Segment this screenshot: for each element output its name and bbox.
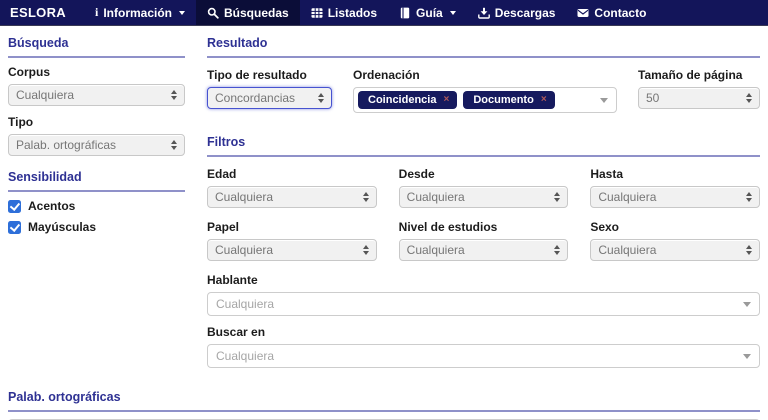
buscar-en-placeholder: Cualquiera (216, 349, 275, 363)
chevron-down-icon (179, 10, 185, 15)
hablante-label: Hablante (207, 273, 258, 287)
chevron-down-icon (449, 10, 456, 15)
tipo-resultado-select[interactable]: Concordancias (207, 87, 332, 109)
select-stepper-icon (318, 93, 324, 103)
nav-item-label: Información (103, 5, 172, 20)
nav-item-label: Contacto (594, 5, 647, 20)
ordenacion-pills: Coincidencia × Documento × (358, 91, 594, 109)
checkbox-row-mayusculas: Mayúsculas (8, 220, 185, 234)
tipo-label: Tipo (8, 115, 34, 129)
edad-select[interactable]: Cualquiera (207, 186, 377, 208)
checkbox-row-acentos: Acentos (8, 199, 185, 213)
mayusculas-checkbox[interactable] (8, 220, 21, 234)
select-stepper-icon (171, 90, 177, 100)
hasta-value: Cualquiera (598, 190, 657, 204)
hablante-select[interactable]: Cualquiera (207, 292, 760, 316)
section-title-palabras: Palab. ortográficas (8, 390, 760, 412)
nav-item-label: Búsquedas (224, 5, 289, 20)
tamano-pagina-value: 50 (646, 91, 660, 105)
brand-logo[interactable]: ESLORA (10, 0, 66, 25)
right-column: Resultado Tipo de resultado Concordancia… (207, 36, 760, 377)
nav-item-listados[interactable]: Listados (300, 0, 388, 25)
select-stepper-icon (554, 245, 561, 255)
nivel-estudios-select[interactable]: Cualquiera (398, 239, 569, 261)
tipo-resultado-value: Concordancias (215, 91, 296, 105)
sexo-select[interactable]: Cualquiera (590, 239, 760, 261)
edad-label: Edad (207, 167, 237, 181)
section-title-busqueda: Búsqueda (8, 36, 185, 58)
select-stepper-icon (746, 93, 752, 103)
nav-item-descargas[interactable]: Descargas (467, 0, 567, 25)
desde-value: Cualquiera (406, 190, 465, 204)
nivel-estudios-value: Cualquiera (406, 243, 465, 257)
buscar-en-label: Buscar en (207, 325, 266, 339)
section-title-sensibilidad: Sensibilidad (8, 170, 185, 192)
acentos-checkbox[interactable] (8, 199, 21, 213)
top-navbar: ESLORA i Información Búsquedas Listados … (0, 0, 768, 26)
corpus-select-value: Cualquiera (16, 88, 75, 102)
section-filtros: Filtros Edad Cualquiera Desde Cualquiera (207, 135, 760, 368)
nivel-estudios-label: Nivel de estudios (398, 220, 498, 234)
section-sensibilidad: Sensibilidad Acentos Mayúsculas (8, 170, 185, 234)
select-stepper-icon (554, 192, 561, 202)
select-stepper-icon (362, 245, 369, 255)
ordenacion-tag-coincidencia[interactable]: Coincidencia × (358, 91, 458, 109)
select-stepper-icon (171, 140, 177, 150)
hablante-placeholder: Cualquiera (216, 297, 275, 311)
corpus-label: Corpus (8, 65, 50, 79)
search-icon (207, 7, 219, 19)
select-stepper-icon (362, 192, 369, 202)
ordenacion-multiselect[interactable]: Coincidencia × Documento × (353, 87, 617, 113)
info-icon: i (94, 5, 99, 19)
nav-item-label: Guía (416, 5, 443, 20)
nav-item-label: Listados (327, 5, 378, 20)
buscar-en-select[interactable]: Cualquiera (207, 344, 760, 368)
section-busqueda: Búsqueda Corpus Cualquiera Tipo Palab. o… (8, 36, 185, 156)
tamano-pagina-label: Tamaño de página (638, 68, 743, 82)
envelope-icon (577, 8, 589, 17)
hasta-select[interactable]: Cualquiera (590, 186, 760, 208)
tipo-select-value: Palab. ortográficas (16, 138, 117, 152)
left-column: Búsqueda Corpus Cualquiera Tipo Palab. o… (8, 36, 185, 377)
search-form: Búsqueda Corpus Cualquiera Tipo Palab. o… (0, 26, 768, 420)
desde-label: Desde (398, 167, 435, 181)
sexo-label: Sexo (590, 220, 620, 234)
corpus-select[interactable]: Cualquiera (8, 84, 185, 106)
ordenacion-label: Ordenación (353, 68, 420, 82)
desde-select[interactable]: Cualquiera (398, 186, 569, 208)
tag-label: Documento (473, 94, 534, 106)
acentos-label: Acentos (28, 199, 76, 213)
nav-item-label: Descargas (494, 5, 556, 20)
papel-select[interactable]: Cualquiera (207, 239, 377, 261)
section-palabras-ortograficas: Palab. ortográficas (8, 390, 760, 420)
tipo-select[interactable]: Palab. ortográficas (8, 134, 185, 156)
section-resultado: Resultado Tipo de resultado Concordancia… (207, 36, 760, 122)
hasta-label: Hasta (590, 167, 624, 181)
book-icon (400, 7, 410, 18)
chevron-down-icon (743, 353, 751, 359)
papel-label: Papel (207, 220, 240, 234)
remove-tag-icon[interactable]: × (541, 95, 547, 105)
ordenacion-tag-documento[interactable]: Documento × (463, 91, 555, 109)
mayusculas-label: Mayúsculas (28, 220, 97, 234)
tag-label: Coincidencia (368, 94, 437, 106)
nav-item-guia[interactable]: Guía (388, 0, 467, 25)
select-stepper-icon (746, 245, 752, 255)
nav-item-informacion[interactable]: i Información (84, 0, 196, 25)
section-title-resultado: Resultado (207, 36, 760, 58)
tipo-resultado-label: Tipo de resultado (207, 68, 307, 82)
nav-item-contacto[interactable]: Contacto (566, 0, 657, 25)
papel-value: Cualquiera (215, 243, 274, 257)
nav-item-busquedas[interactable]: Búsquedas (196, 0, 300, 25)
chevron-down-icon (600, 97, 608, 103)
select-stepper-icon (746, 192, 752, 202)
remove-tag-icon[interactable]: × (443, 95, 449, 105)
chevron-down-icon (743, 301, 751, 307)
tamano-pagina-select[interactable]: 50 (638, 87, 760, 109)
edad-value: Cualquiera (215, 190, 274, 204)
table-icon (311, 7, 323, 18)
download-icon (477, 7, 490, 19)
sexo-value: Cualquiera (598, 243, 657, 257)
section-title-filtros: Filtros (207, 135, 760, 157)
